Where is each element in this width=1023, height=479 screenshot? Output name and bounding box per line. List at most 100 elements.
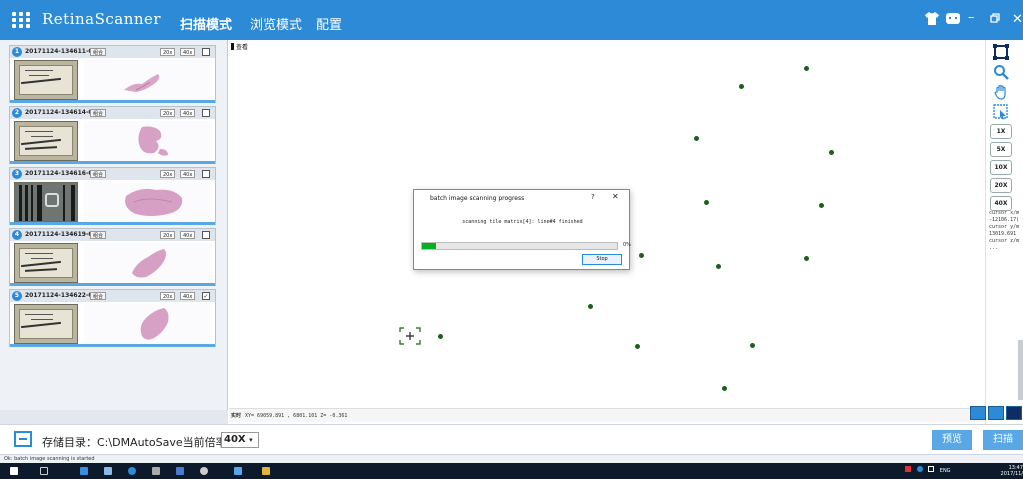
tray-icon[interactable] bbox=[928, 466, 935, 472]
slide-label-photo bbox=[14, 60, 78, 100]
progress-percent: 0% bbox=[623, 242, 631, 248]
slide-header: 3 20171124-134616-03 组合 20x 40x bbox=[10, 168, 215, 180]
slide-checkbox[interactable] bbox=[202, 48, 210, 56]
slide-progress-bar bbox=[10, 161, 215, 164]
restore-icon[interactable] bbox=[990, 12, 1000, 28]
zoom-20x-button[interactable]: 20x bbox=[160, 109, 176, 117]
tray-icon[interactable] bbox=[916, 466, 923, 472]
folder-icon[interactable] bbox=[14, 431, 32, 447]
start-icon[interactable] bbox=[10, 467, 18, 475]
zoom-40x-button[interactable]: 40x bbox=[180, 48, 196, 56]
focus-point bbox=[829, 150, 834, 155]
import-image-icon[interactable] bbox=[988, 406, 1004, 420]
browser-icon[interactable] bbox=[128, 467, 136, 475]
zoom-20x-button[interactable]: 20x bbox=[160, 48, 176, 56]
progress-fill bbox=[422, 243, 436, 249]
crosshair-cursor-icon bbox=[399, 327, 421, 345]
zoom-40x-button[interactable]: 40x bbox=[180, 292, 196, 300]
scan-button[interactable]: 扫描 bbox=[983, 430, 1023, 450]
magnifier-icon[interactable] bbox=[992, 64, 1010, 82]
slide-id: 20171124-134622-05 bbox=[25, 292, 97, 299]
slide-card[interactable]: 3 20171124-134616-03 组合 20x 40x bbox=[9, 167, 216, 225]
slide-checkbox[interactable] bbox=[202, 170, 210, 178]
slide-tag-button[interactable]: 组合 bbox=[90, 231, 107, 239]
zoom-40x-button[interactable]: 40X bbox=[990, 196, 1012, 211]
zoom-20x-button[interactable]: 20x bbox=[160, 231, 176, 239]
zoom-1x-button[interactable]: 1X bbox=[990, 124, 1012, 139]
focus-point bbox=[588, 304, 593, 309]
slide-checkbox[interactable] bbox=[202, 109, 210, 117]
focus-point bbox=[722, 386, 727, 391]
save-image-icon[interactable] bbox=[1006, 406, 1022, 420]
zoom-40x-button[interactable]: 40x bbox=[180, 109, 196, 117]
retinascanner-taskbar-icon[interactable] bbox=[262, 467, 270, 475]
app-icon[interactable] bbox=[80, 467, 88, 475]
focus-point bbox=[639, 253, 644, 258]
coords-value: XY= 69059.891 , 6801.101 Z= -0.361 bbox=[245, 413, 348, 419]
slide-number: 2 bbox=[12, 108, 22, 118]
status-bar: Ok: batch image scanning is started bbox=[0, 454, 1023, 463]
export-image-icon[interactable] bbox=[970, 406, 986, 420]
slide-list-panel: 1 20171124-134611-01 组合 20x 40x 2 201711… bbox=[0, 40, 228, 424]
slide-card[interactable]: 1 20171124-134611-01 组合 20x 40x bbox=[9, 45, 216, 103]
minimize-icon[interactable]: – bbox=[968, 10, 975, 26]
hand-icon[interactable] bbox=[992, 84, 1010, 102]
storage-path-label: 存储目录：C:\DMAutoSave当前倍率： bbox=[42, 436, 238, 449]
preview-button[interactable]: 预览 bbox=[932, 430, 972, 450]
help-icon[interactable]: ? bbox=[591, 193, 595, 201]
zoom-20x-button[interactable]: 20X bbox=[990, 178, 1012, 193]
tray-icon[interactable] bbox=[905, 466, 911, 472]
app-icon[interactable] bbox=[200, 467, 208, 475]
slide-card[interactable]: 4 20171124-134619-04 组合 20x 40x bbox=[9, 228, 216, 286]
zoom-10x-button[interactable]: 10X bbox=[990, 160, 1012, 175]
app-icon[interactable] bbox=[234, 467, 242, 475]
corner-tools bbox=[968, 404, 1023, 424]
slide-tag-button[interactable]: 组合 bbox=[90, 170, 107, 178]
zoom-40x-button[interactable]: 40x bbox=[180, 170, 196, 178]
chevron-down-icon: ▾ bbox=[249, 436, 253, 444]
zoom-40x-button[interactable]: 40x bbox=[180, 231, 196, 239]
zoom-20x-button[interactable]: 20x bbox=[160, 292, 176, 300]
slide-card[interactable]: 2 20171124-134614-02 组合 20x 40x bbox=[9, 106, 216, 164]
slide-id: 20171124-134619-04 bbox=[25, 231, 97, 238]
task-view-icon[interactable] bbox=[40, 467, 48, 475]
tab-config[interactable]: 配置 bbox=[316, 14, 342, 33]
slide-tag-button[interactable]: 组合 bbox=[90, 48, 107, 56]
slide-checkbox[interactable]: ✓ bbox=[202, 292, 210, 300]
language-indicator[interactable]: ENG bbox=[940, 468, 951, 474]
shirt-icon[interactable] bbox=[925, 12, 939, 30]
face-icon[interactable] bbox=[945, 12, 961, 30]
focus-point bbox=[635, 344, 640, 349]
slide-number: 5 bbox=[12, 291, 22, 301]
tab-scan-mode[interactable]: 扫描模式 bbox=[180, 14, 232, 33]
vertical-scrollbar[interactable] bbox=[1018, 340, 1023, 400]
slide-label-photo bbox=[14, 243, 78, 283]
select-icon[interactable] bbox=[992, 104, 1010, 122]
zoom-5x-button[interactable]: 5X bbox=[990, 142, 1012, 157]
app-icon[interactable] bbox=[176, 467, 184, 475]
slide-tag-button[interactable]: 组合 bbox=[90, 109, 107, 117]
stop-button[interactable]: Stop bbox=[582, 254, 622, 265]
slide-progress-bar bbox=[10, 100, 215, 103]
tab-browse-mode[interactable]: 浏览模式 bbox=[250, 14, 302, 33]
zoom-20x-button[interactable]: 20x bbox=[160, 170, 176, 178]
bottom-bar: 存储目录：C:\DMAutoSave当前倍率： 40X ▾ 预览 扫描 bbox=[0, 424, 1023, 454]
scan-progress-bar bbox=[421, 242, 618, 250]
dialog-close-icon[interactable]: ✕ bbox=[612, 192, 619, 201]
slide-card[interactable]: 5 20171124-134622-05 组合 20x 40x ✓ bbox=[9, 289, 216, 347]
slide-tag-button[interactable]: 组合 bbox=[90, 292, 107, 300]
slide-header: 4 20171124-134619-04 组合 20x 40x bbox=[10, 229, 215, 241]
clock[interactable]: 13:47 2017/11/ bbox=[996, 465, 1023, 477]
app-icon[interactable] bbox=[152, 467, 160, 475]
coordinate-readout: 实时 XY= 69059.891 , 6801.101 Z= -0.361 bbox=[229, 408, 985, 422]
fit-icon[interactable] bbox=[992, 44, 1010, 62]
focus-point bbox=[694, 136, 699, 141]
slide-progress-bar bbox=[10, 222, 215, 225]
focus-point bbox=[819, 203, 824, 208]
slide-checkbox[interactable] bbox=[202, 231, 210, 239]
zoom-select[interactable]: 40X ▾ bbox=[221, 432, 259, 448]
app-icon[interactable] bbox=[104, 467, 112, 475]
windows-taskbar: ENG 13:47 2017/11/ bbox=[0, 463, 1023, 479]
close-icon[interactable]: ✕ bbox=[1012, 12, 1023, 28]
tissue-thumbnail bbox=[84, 121, 212, 161]
